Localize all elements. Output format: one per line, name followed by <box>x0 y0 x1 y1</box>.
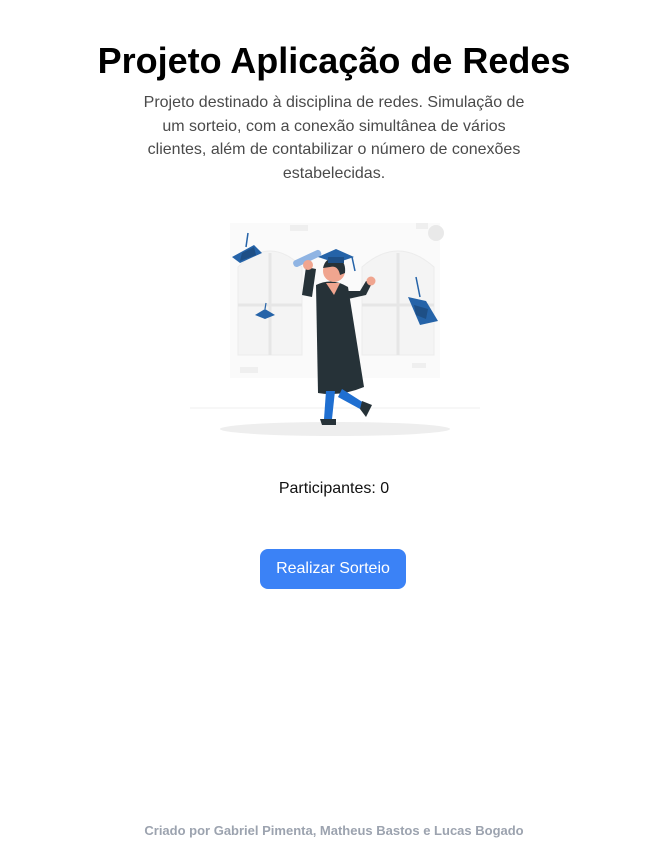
graduation-illustration <box>180 205 490 445</box>
project-description: Projeto destinado à disciplina de redes.… <box>143 94 525 182</box>
draw-button[interactable]: Realizar Sorteio <box>260 549 406 589</box>
footer-credits: Criado por Gabriel Pimenta, Matheus Bast… <box>144 823 524 838</box>
participants-count: Participantes: 0 <box>278 480 390 497</box>
page-title: Projeto Aplicação de Redes <box>97 40 571 81</box>
